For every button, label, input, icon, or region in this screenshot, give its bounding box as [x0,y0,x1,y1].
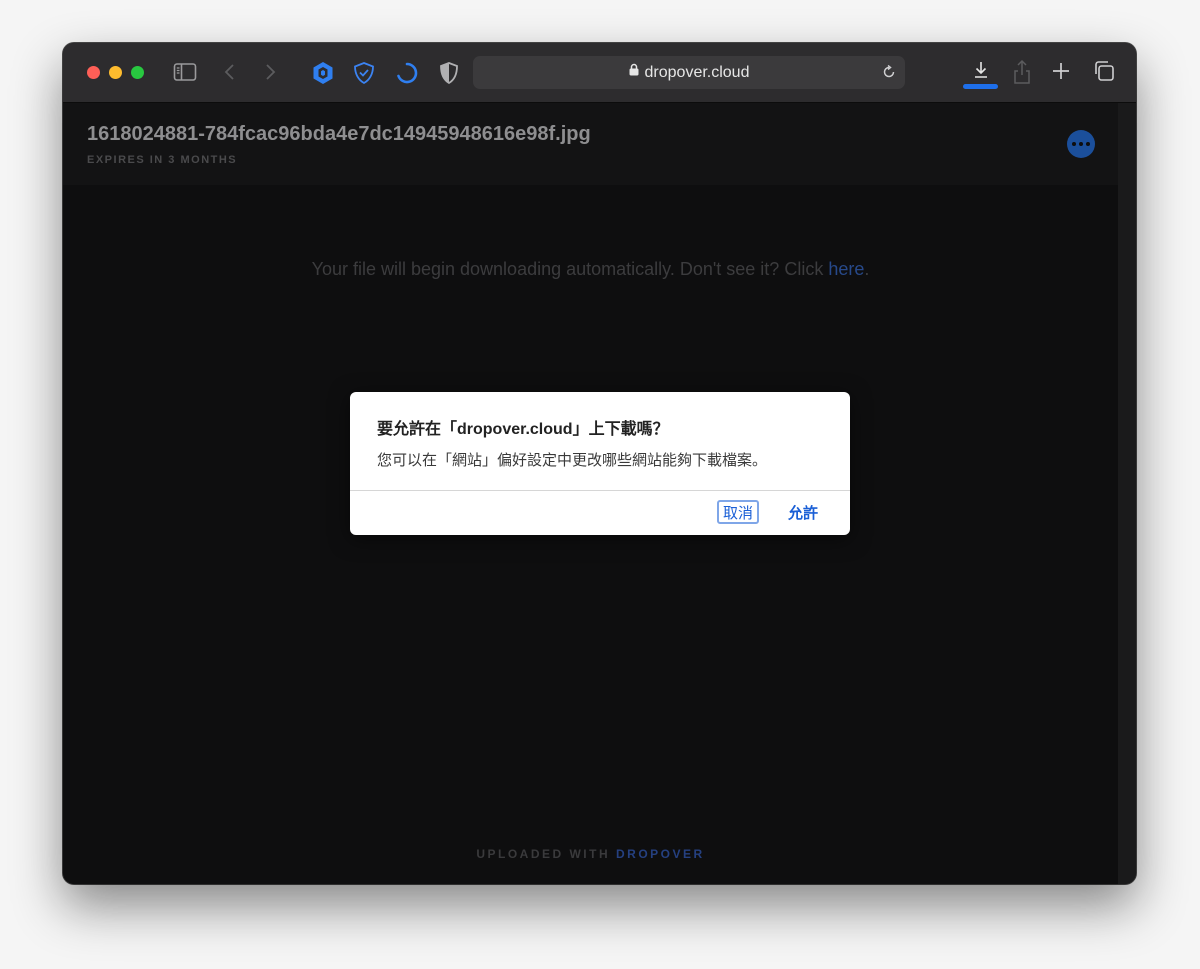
minimize-window-button[interactable] [109,66,122,79]
file-header: 1618024881-784fcac96bda4e7dc14945948616e… [63,103,1118,185]
dialog-message: 您可以在「網站」偏好設定中更改哪些網站能夠下載檔案。 [377,452,768,469]
dialog-divider [350,490,850,491]
footer: UPLOADED WITH DROPOVER [476,847,705,861]
more-icon [1072,142,1076,146]
close-window-button[interactable] [87,66,100,79]
browser-toolbar: dropover.cloud [63,43,1136,103]
download-here-link[interactable]: here [828,259,864,279]
more-options-button[interactable] [1067,130,1095,158]
dropover-link[interactable]: DROPOVER [616,847,705,861]
dialog-title: 要允許在「dropover.cloud」上下載嗎？ [377,421,669,438]
address-bar[interactable]: dropover.cloud [473,56,905,89]
privacy-shield-icon[interactable] [439,61,459,85]
back-icon[interactable] [223,62,237,82]
forward-icon[interactable] [263,62,277,82]
reload-icon[interactable] [881,64,897,85]
allow-button[interactable]: 允許 [782,500,824,524]
tabs-overview-icon[interactable] [1093,60,1115,82]
file-name: 1618024881-784fcac96bda4e7dc14945948616e… [87,123,591,145]
sidebar-icon[interactable] [173,61,197,83]
expiry-label: EXPIRES IN 3 MONTHS [87,154,238,166]
lock-icon [629,55,639,88]
url-text: dropover.cloud [644,64,750,81]
share-icon[interactable] [1011,59,1033,85]
download-icon[interactable] [970,59,992,81]
loading-spinner-icon[interactable] [395,61,419,85]
download-message: Your file will begin downloading automat… [311,259,870,279]
extension-hex-icon[interactable] [312,61,334,85]
new-tab-icon[interactable] [1051,61,1071,81]
zoom-window-button[interactable] [131,66,144,79]
scrollbar-track[interactable] [1118,103,1136,884]
shield-check-icon[interactable] [353,61,375,85]
cancel-button[interactable]: 取消 [717,500,759,524]
download-progress-bar [963,84,998,89]
download-permission-dialog: 要允許在「dropover.cloud」上下載嗎？ 您可以在「網站」偏好設定中更… [350,392,850,535]
